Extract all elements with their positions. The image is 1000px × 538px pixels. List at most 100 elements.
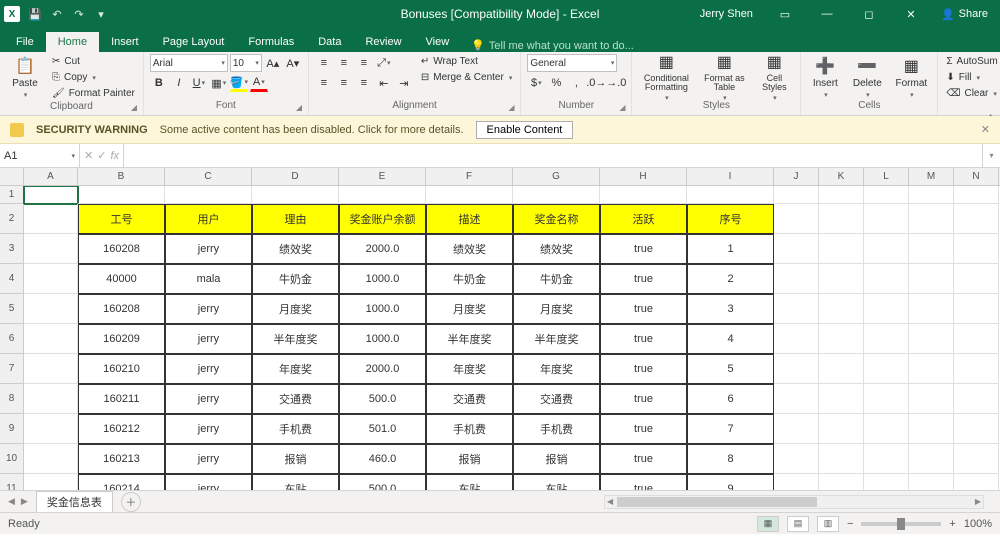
cell-G7[interactable]: 年度奖	[513, 354, 600, 384]
row-header-3[interactable]: 3	[0, 234, 24, 264]
cell-I9[interactable]: 7	[687, 414, 774, 444]
cell-F8[interactable]: 交通费	[426, 384, 513, 414]
column-header-F[interactable]: F	[426, 168, 513, 185]
minimize-icon[interactable]: —	[807, 0, 847, 28]
percent-icon[interactable]: %	[547, 74, 565, 92]
cell-C8[interactable]: jerry	[165, 384, 252, 414]
cell-E7[interactable]: 2000.0	[339, 354, 426, 384]
cell-K11[interactable]	[819, 474, 864, 490]
cell-M3[interactable]	[909, 234, 954, 264]
cell-L6[interactable]	[864, 324, 909, 354]
cell-L4[interactable]	[864, 264, 909, 294]
cell-I5[interactable]: 3	[687, 294, 774, 324]
cell-G8[interactable]: 交通费	[513, 384, 600, 414]
cell-B6[interactable]: 160209	[78, 324, 165, 354]
cell-L8[interactable]	[864, 384, 909, 414]
align-center-icon[interactable]: ≡	[335, 74, 353, 92]
cell-B9[interactable]: 160212	[78, 414, 165, 444]
clear-button[interactable]: ⌫Clear▾	[944, 86, 1000, 101]
alignment-launcher-icon[interactable]: ◢	[508, 103, 518, 113]
enter-formula-icon[interactable]: ✓	[97, 149, 106, 162]
user-name[interactable]: Jerry Shen	[700, 8, 753, 20]
page-break-view-icon[interactable]: ▥	[817, 516, 839, 532]
cell-F4[interactable]: 牛奶金	[426, 264, 513, 294]
maximize-icon[interactable]: ◻	[849, 0, 889, 28]
cell-G10[interactable]: 报销	[513, 444, 600, 474]
tab-review[interactable]: Review	[353, 32, 413, 52]
cell-N6[interactable]	[954, 324, 999, 354]
name-box[interactable]: A1▾	[0, 144, 80, 167]
cell-L2[interactable]	[864, 204, 909, 234]
cell-I3[interactable]: 1	[687, 234, 774, 264]
autosum-button[interactable]: ΣAutoSum▾	[944, 54, 1000, 69]
cell-styles-button[interactable]: ▦Cell Styles▾	[754, 54, 794, 100]
italic-icon[interactable]: I	[170, 74, 188, 92]
cell-D2[interactable]: 理由	[252, 204, 339, 234]
row-header-7[interactable]: 7	[0, 354, 24, 384]
cell-H4[interactable]: true	[600, 264, 687, 294]
cell-C11[interactable]: jerry	[165, 474, 252, 490]
cell-A3[interactable]	[24, 234, 78, 264]
cell-M7[interactable]	[909, 354, 954, 384]
cell-C9[interactable]: jerry	[165, 414, 252, 444]
cell-D11[interactable]: 车贴	[252, 474, 339, 490]
column-header-C[interactable]: C	[165, 168, 252, 185]
row-header-11[interactable]: 11	[0, 474, 24, 490]
cell-B3[interactable]: 160208	[78, 234, 165, 264]
cell-J10[interactable]	[774, 444, 819, 474]
align-left-icon[interactable]: ≡	[315, 74, 333, 92]
font-color-icon[interactable]: A▾	[250, 74, 268, 92]
currency-icon[interactable]: $▾	[527, 74, 545, 92]
cell-D9[interactable]: 手机费	[252, 414, 339, 444]
cell-I7[interactable]: 5	[687, 354, 774, 384]
cell-M9[interactable]	[909, 414, 954, 444]
cell-F7[interactable]: 年度奖	[426, 354, 513, 384]
cell-M6[interactable]	[909, 324, 954, 354]
align-middle-icon[interactable]: ≡	[335, 54, 353, 72]
security-close-icon[interactable]: ✕	[981, 123, 990, 136]
cell-J7[interactable]	[774, 354, 819, 384]
fill-button[interactable]: ⬇Fill▾	[944, 70, 1000, 85]
cell-B7[interactable]: 160210	[78, 354, 165, 384]
column-header-M[interactable]: M	[909, 168, 954, 185]
cell-E8[interactable]: 500.0	[339, 384, 426, 414]
cell-I8[interactable]: 6	[687, 384, 774, 414]
tab-data[interactable]: Data	[306, 32, 353, 52]
cell-B11[interactable]: 160214	[78, 474, 165, 490]
row-header-1[interactable]: 1	[0, 186, 24, 204]
cell-I4[interactable]: 2	[687, 264, 774, 294]
enable-content-button[interactable]: Enable Content	[476, 121, 574, 139]
tab-file[interactable]: File	[4, 32, 46, 52]
cell-E2[interactable]: 奖金账户余额	[339, 204, 426, 234]
cell-J4[interactable]	[774, 264, 819, 294]
row-header-9[interactable]: 9	[0, 414, 24, 444]
paste-button[interactable]: 📋 Paste ▾	[6, 54, 44, 100]
cell-K8[interactable]	[819, 384, 864, 414]
scroll-left-icon[interactable]: ◀	[605, 497, 615, 506]
cell-N8[interactable]	[954, 384, 999, 414]
cell-A10[interactable]	[24, 444, 78, 474]
zoom-out-icon[interactable]: −	[847, 518, 853, 530]
zoom-in-icon[interactable]: +	[949, 518, 955, 530]
copy-button[interactable]: ⎘Copy▾	[50, 70, 137, 85]
cell-N11[interactable]	[954, 474, 999, 490]
cell-E3[interactable]: 2000.0	[339, 234, 426, 264]
zoom-level[interactable]: 100%	[964, 518, 992, 530]
horizontal-scrollbar[interactable]: ◀ ▶	[604, 495, 984, 509]
cell-N9[interactable]	[954, 414, 999, 444]
scroll-thumb[interactable]	[617, 497, 817, 507]
cell-G4[interactable]: 牛奶金	[513, 264, 600, 294]
tab-formulas[interactable]: Formulas	[236, 32, 306, 52]
cell-A9[interactable]	[24, 414, 78, 444]
format-painter-button[interactable]: 🖌Format Painter	[50, 86, 137, 101]
cell-I2[interactable]: 序号	[687, 204, 774, 234]
align-bottom-icon[interactable]: ≡	[355, 54, 373, 72]
cell-K2[interactable]	[819, 204, 864, 234]
cell-H3[interactable]: true	[600, 234, 687, 264]
cell-M5[interactable]	[909, 294, 954, 324]
cell-D8[interactable]: 交通费	[252, 384, 339, 414]
tab-page-layout[interactable]: Page Layout	[151, 32, 237, 52]
column-header-G[interactable]: G	[513, 168, 600, 185]
cell-C2[interactable]: 用户	[165, 204, 252, 234]
wrap-text-button[interactable]: ↵Wrap Text	[419, 54, 515, 69]
